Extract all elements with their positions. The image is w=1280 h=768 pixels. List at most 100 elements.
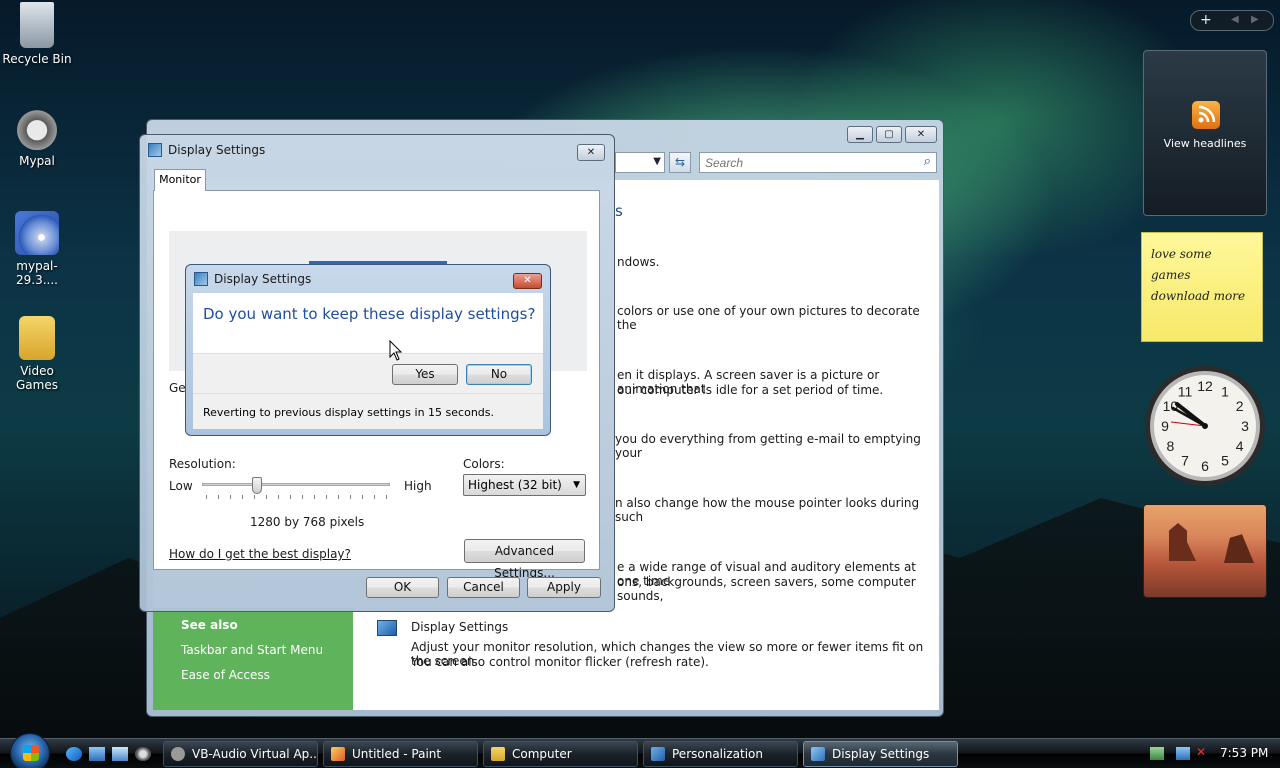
- desktop-icon-recycle-bin[interactable]: Recycle Bin: [0, 2, 74, 66]
- desktop-icon-label: Recycle Bin: [2, 52, 72, 66]
- slider-thumb[interactable]: [251, 477, 262, 494]
- feed-label[interactable]: View headlines: [1144, 137, 1266, 150]
- taskbar-button-computer[interactable]: Computer: [483, 741, 638, 767]
- taskbar-button-personalization[interactable]: Personalization: [643, 741, 798, 767]
- recycle-bin-icon: [20, 2, 54, 48]
- taskbar: VB-Audio Virtual Ap... Untitled - Paint …: [0, 733, 1280, 768]
- confirm-dialog-body: Do you want to keep these display settin…: [193, 293, 543, 429]
- resolution-slider[interactable]: [202, 477, 390, 503]
- maximize-button[interactable]: ▢: [876, 126, 902, 143]
- desktop-icon-mypal-installer[interactable]: mypal-29.3....: [0, 211, 74, 287]
- see-also-link-ease-of-access[interactable]: Ease of Access: [181, 668, 270, 682]
- tray-volume-muted-icon[interactable]: ✕: [1196, 745, 1206, 759]
- see-also-heading: See also: [181, 618, 238, 632]
- taskbar-button-label: Personalization: [672, 747, 763, 761]
- clock-numeral: 3: [1241, 418, 1249, 434]
- no-button[interactable]: No: [466, 364, 532, 385]
- chevron-down-icon: ▼: [573, 480, 580, 490]
- confirm-footer: Reverting to previous display settings i…: [193, 393, 543, 429]
- feed-headlines-gadget[interactable]: View headlines: [1143, 50, 1267, 216]
- note-line-3: download more: [1151, 289, 1246, 303]
- taskbar-button-vb-audio[interactable]: VB-Audio Virtual Ap...: [163, 741, 318, 767]
- yes-button[interactable]: Yes: [392, 364, 458, 385]
- window-title: Display Settings: [168, 143, 266, 157]
- display-settings-title-icon: [148, 143, 162, 157]
- raccoon-icon: [15, 106, 59, 150]
- clock-gadget[interactable]: 12 1 2 3 4 5 6 7 8 9 10 11: [1143, 364, 1267, 488]
- advanced-settings-button[interactable]: Advanced Settings...: [464, 539, 585, 580]
- tray-network-icon[interactable]: [1150, 747, 1164, 760]
- clock-numeral: 5: [1221, 453, 1229, 469]
- desktop-icon-label: Mypal: [19, 154, 55, 168]
- slider-tick: [278, 495, 279, 499]
- slider-ticks: [202, 495, 390, 499]
- start-button[interactable]: [10, 733, 50, 768]
- close-button[interactable]: ✕: [577, 144, 605, 161]
- refresh-button[interactable]: ⇆: [669, 152, 691, 173]
- desktop-icon-video-games[interactable]: Video Games: [0, 316, 74, 392]
- quicklaunch-switch-windows-icon[interactable]: [112, 747, 128, 761]
- slider-tick: [350, 495, 351, 499]
- gadget-prev-icon[interactable]: ◀: [1231, 14, 1239, 25]
- add-gadget-icon[interactable]: +: [1200, 12, 1212, 28]
- slider-tick: [290, 495, 291, 499]
- clock-numeral: 10: [1163, 398, 1179, 414]
- display-settings-link[interactable]: Display Settings: [411, 620, 508, 634]
- display-settings-icon: [811, 747, 825, 761]
- clock-numeral: 9: [1161, 418, 1169, 434]
- display-settings-titlebar[interactable]: Display Settings: [140, 135, 614, 165]
- slider-tick: [266, 495, 267, 499]
- slideshow-gadget[interactable]: [1143, 504, 1267, 598]
- taskbar-button-label: VB-Audio Virtual Ap...: [192, 747, 318, 761]
- tray-display-icon[interactable]: [1176, 747, 1190, 760]
- desktop-icon-label: mypal-29.3....: [16, 259, 58, 287]
- body-line-2: colors or use one of your own pictures t…: [617, 304, 920, 332]
- section-heading: s: [615, 202, 623, 220]
- apply-button[interactable]: Apply: [527, 577, 601, 598]
- see-also-link-taskbar[interactable]: Taskbar and Start Menu: [181, 643, 323, 657]
- refresh-icon: ⇆: [674, 155, 686, 169]
- cancel-button[interactable]: Cancel: [447, 577, 520, 598]
- clock-numeral: 6: [1201, 458, 1209, 474]
- vb-audio-icon: [171, 747, 185, 761]
- taskbar-button-label: Display Settings: [832, 747, 930, 761]
- desktop-icon-label: Video Games: [16, 364, 58, 392]
- search-box[interactable]: ⌕: [699, 152, 937, 173]
- desktop-icon-mypal[interactable]: Mypal: [0, 106, 74, 168]
- ok-button[interactable]: OK: [366, 577, 439, 598]
- confirm-button-area: Yes No: [193, 353, 543, 393]
- slider-tick: [206, 495, 207, 499]
- search-icon[interactable]: ⌕: [924, 154, 931, 169]
- tray-clock[interactable]: 7:53 PM: [1220, 746, 1268, 760]
- taskbar-button-label: Untitled - Paint: [352, 747, 442, 761]
- address-dropdown[interactable]: ▼: [615, 152, 665, 173]
- close-button[interactable]: ✕: [905, 126, 937, 143]
- slider-tick: [338, 495, 339, 499]
- monitor-icon: [377, 620, 397, 636]
- sticky-note-gadget[interactable]: love some games download more: [1141, 232, 1263, 342]
- taskbar-button-display-settings[interactable]: Display Settings: [803, 741, 958, 767]
- body-line-4: our computer is idle for a set period of…: [617, 383, 884, 397]
- clock-numeral: 12: [1197, 378, 1213, 394]
- slider-tick: [314, 495, 315, 499]
- minimize-button[interactable]: ▁: [847, 126, 873, 143]
- note-line-2: games: [1151, 268, 1191, 282]
- resolution-value: 1280 by 768 pixels: [250, 515, 365, 529]
- tab-monitor[interactable]: Monitor: [154, 169, 206, 191]
- colors-select[interactable]: Highest (32 bit) ▼: [463, 474, 586, 496]
- taskbar-button-paint[interactable]: Untitled - Paint: [323, 741, 478, 767]
- confirm-dialog-title-icon: [194, 272, 208, 286]
- windows-logo-icon: [23, 745, 39, 761]
- search-input[interactable]: [700, 153, 910, 172]
- quicklaunch-desktop-icon[interactable]: [89, 747, 105, 761]
- quicklaunch-ie-icon[interactable]: [66, 747, 82, 761]
- confirm-dialog-titlebar[interactable]: Display Settings: [186, 265, 550, 293]
- slider-tick: [374, 495, 375, 499]
- slider-tick: [218, 495, 219, 499]
- close-button[interactable]: ✕: [513, 273, 542, 289]
- confirm-dialog[interactable]: Display Settings ✕ Do you want to keep t…: [185, 264, 551, 436]
- help-link[interactable]: How do I get the best display?: [169, 547, 351, 561]
- gadget-next-icon[interactable]: ▶: [1251, 14, 1259, 25]
- clock-numeral: 4: [1236, 438, 1244, 454]
- quicklaunch-mypal-icon[interactable]: [135, 747, 151, 761]
